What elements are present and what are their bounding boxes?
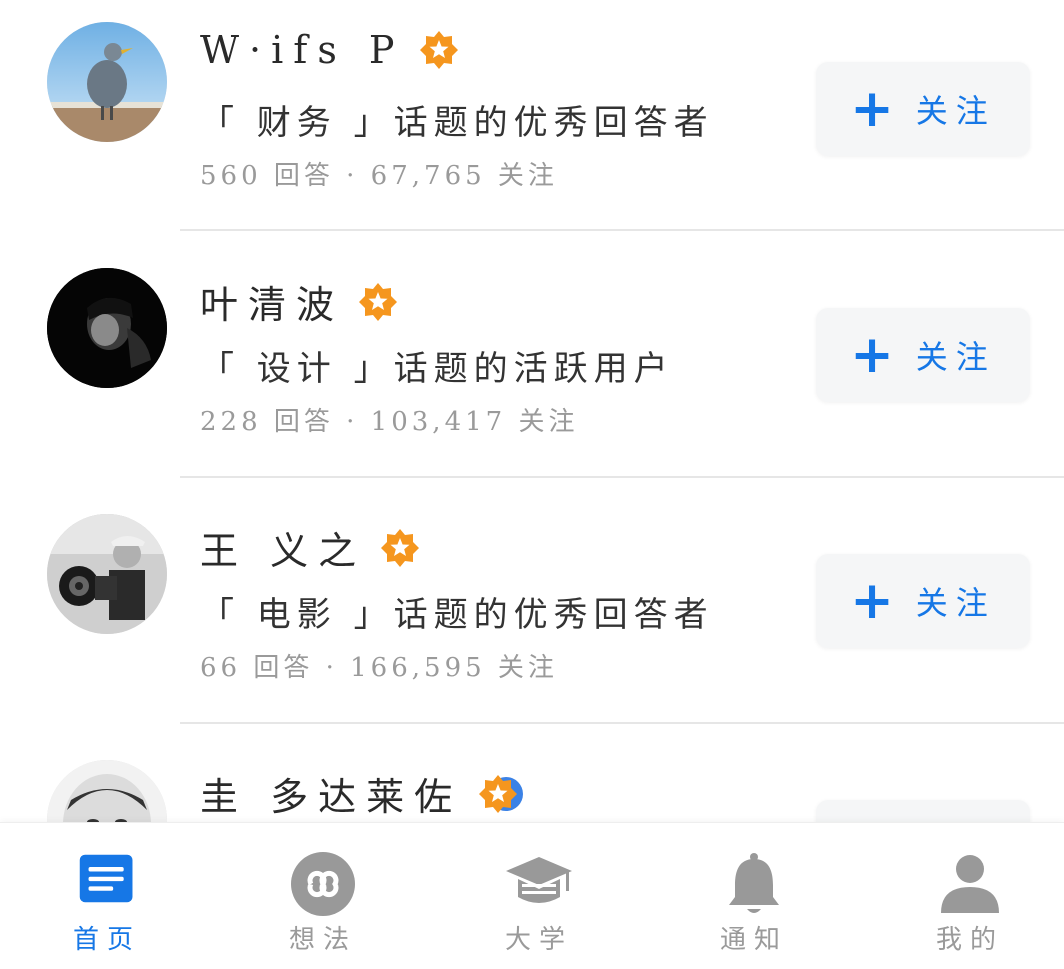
avatar[interactable]	[47, 514, 167, 634]
avatar[interactable]	[47, 22, 167, 142]
tab-label: 我的	[935, 925, 1004, 955]
plus-icon: +	[850, 325, 894, 385]
user-description: 「 财务 」话题的优秀回答者	[200, 103, 714, 143]
tab-label: 大学	[504, 925, 573, 955]
tab-me[interactable]: 我的	[900, 823, 1040, 969]
user-name-line: 王 义之	[200, 520, 420, 575]
user-name-line: W·ifs P	[200, 28, 459, 72]
tab-home[interactable]: 首页	[37, 823, 177, 969]
follow-button[interactable]	[816, 800, 1030, 822]
tab-label: 首页	[72, 925, 141, 955]
user-stats: 228 回答 · 103,417 关注	[200, 407, 579, 437]
tab-university[interactable]: 大学	[469, 823, 609, 969]
star-badge-icon	[381, 528, 420, 567]
divider	[180, 229, 1064, 231]
user-name-line: 圭 多达莱佐	[200, 766, 524, 821]
user-row[interactable]: 王 义之 「 电影 」话题的优秀回答者 66 回答 · 166,595 关注 +…	[0, 492, 1064, 738]
tab-label: 想法	[288, 925, 357, 955]
recommended-users-page: W·ifs P 「 财务 」话题的优秀回答者 560 回答 · 67,765 关…	[0, 0, 1064, 969]
user-row[interactable]: 叶清波 「 设计 」话题的活跃用户 228 回答 · 103,417 关注 + …	[0, 246, 1064, 492]
bottom-tab-bar: 首页 想法 大学 通知 我的	[0, 822, 1064, 969]
tab-label: 通知	[719, 925, 788, 955]
user-stats: 560 回答 · 67,765 关注	[200, 161, 558, 191]
user-row[interactable]: W·ifs P 「 财务 」话题的优秀回答者 560 回答 · 67,765 关…	[0, 0, 1064, 246]
person-icon	[941, 855, 999, 913]
follow-label: 关注	[915, 584, 996, 622]
avatar[interactable]	[47, 760, 167, 822]
plus-icon: +	[850, 571, 894, 631]
star-badge-icon	[359, 282, 398, 321]
follow-button[interactable]: + 关注	[816, 554, 1030, 648]
follow-label: 关注	[915, 338, 996, 376]
user-name[interactable]: 圭 多达莱佐	[200, 766, 462, 821]
tab-notifications[interactable]: 通知	[684, 823, 824, 969]
divider	[180, 722, 1064, 724]
user-name[interactable]: W·ifs P	[200, 28, 405, 72]
bell-icon	[729, 853, 779, 913]
user-name[interactable]: 王 义之	[200, 520, 366, 575]
user-list: W·ifs P 「 财务 」话题的优秀回答者 560 回答 · 67,765 关…	[0, 0, 1064, 822]
star-badge-icon	[479, 774, 524, 813]
user-description: 「 电影 」话题的优秀回答者	[200, 595, 714, 635]
user-stats: 66 回答 · 166,595 关注	[200, 653, 558, 683]
star-badge-icon	[419, 31, 458, 69]
ideas-icon	[291, 852, 355, 916]
avatar[interactable]	[47, 268, 167, 388]
tab-ideas[interactable]: 想法	[253, 823, 393, 969]
divider	[180, 476, 1064, 478]
home-icon	[79, 854, 133, 903]
user-row[interactable]: 圭 多达莱佐	[0, 738, 1064, 822]
graduation-cap-icon	[506, 857, 572, 903]
follow-button[interactable]: + 关注	[816, 62, 1030, 156]
user-description: 「 设计 」话题的活跃用户	[200, 349, 674, 389]
user-name-line: 叶清波	[200, 274, 398, 329]
follow-label: 关注	[915, 92, 996, 130]
plus-icon: +	[850, 79, 894, 139]
follow-button[interactable]: + 关注	[816, 308, 1030, 402]
user-name[interactable]: 叶清波	[200, 274, 344, 329]
